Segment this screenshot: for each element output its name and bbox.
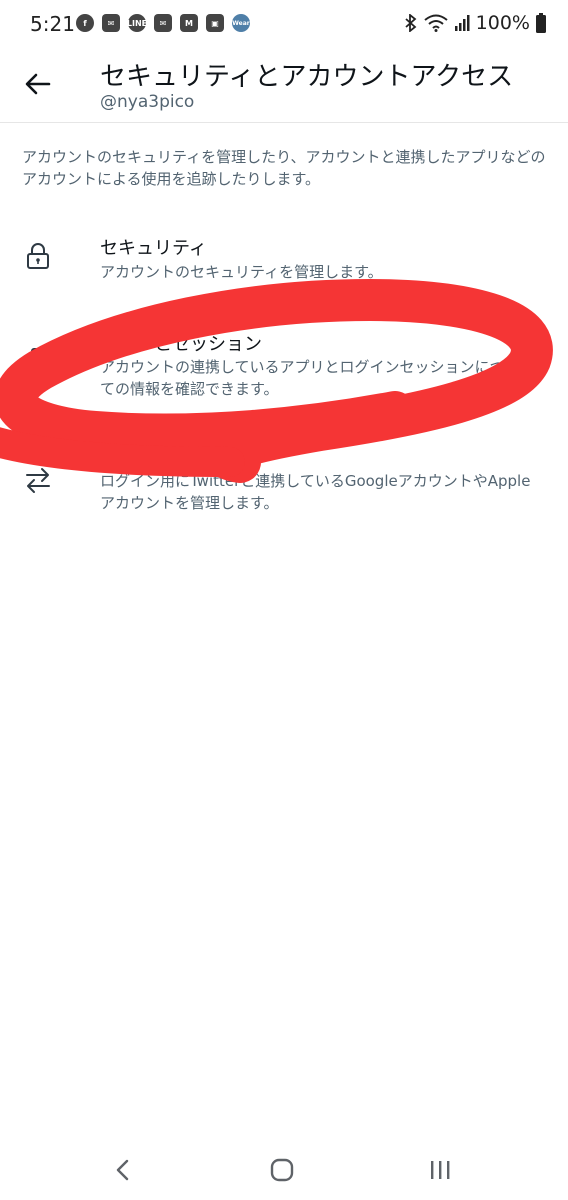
wear-icon: Wear	[232, 14, 250, 32]
line-icon: LINE	[127, 14, 147, 32]
header: セキュリティとアカウントアクセス @nya3pico	[0, 52, 568, 123]
status-bar: 5:21 f ✉ LINE ✉ M ▣ Wear 100%	[0, 0, 568, 52]
mail-icon: ✉	[154, 14, 172, 32]
navigation-bar	[0, 1140, 568, 1200]
lock-icon	[22, 240, 54, 272]
signal-icon	[454, 15, 470, 31]
home-nav-icon[interactable]	[262, 1152, 302, 1188]
item-description: アカウントのセキュリティを管理します。	[100, 263, 383, 281]
bluetooth-icon	[405, 14, 417, 32]
list-item-security[interactable]: セキュリティ アカウントのセキュリティを管理します。	[0, 226, 568, 296]
swap-icon	[22, 464, 54, 496]
recents-nav-icon[interactable]	[420, 1152, 460, 1188]
page-title: セキュリティとアカウントアクセス	[100, 62, 514, 92]
wifi-icon	[424, 14, 448, 32]
item-description: ログイン用にTwitterと連携しているGoogleアカウントやAppleアカウ…	[100, 472, 531, 512]
status-right: 100%	[404, 12, 546, 34]
back-nav-icon[interactable]	[103, 1152, 143, 1188]
page-description: アカウントのセキュリティを管理したり、アカウントと連携したアプリなどのアカウント…	[22, 148, 546, 188]
item-title: アプリとセッション	[100, 334, 262, 355]
back-button[interactable]	[16, 62, 60, 106]
notification-icons: f ✉ LINE ✉ M ▣ Wear	[76, 14, 250, 32]
facebook-icon: f	[76, 14, 94, 32]
arrow-left-icon	[25, 73, 51, 95]
item-title: セキュリティ	[100, 238, 207, 259]
battery-percent: 100%	[475, 12, 530, 34]
account-handle: @nya3pico	[100, 92, 195, 112]
gmail-icon: M	[180, 14, 198, 32]
status-time: 5:21	[30, 12, 75, 36]
list-item-apps-sessions[interactable]: アプリとセッション アカウントの連携しているアプリとログインセッションについての…	[0, 322, 568, 412]
copy-icon	[22, 346, 54, 378]
mail-icon: ✉	[102, 14, 120, 32]
list-item-connected-accounts[interactable]: ログイン用にTwitterと連携しているGoogleアカウントやAppleアカウ…	[0, 446, 568, 526]
item-description: アカウントの連携しているアプリとログインセッションについての情報を確認できます。	[100, 358, 520, 398]
gallery-icon: ▣	[206, 14, 224, 32]
battery-icon	[536, 13, 546, 33]
